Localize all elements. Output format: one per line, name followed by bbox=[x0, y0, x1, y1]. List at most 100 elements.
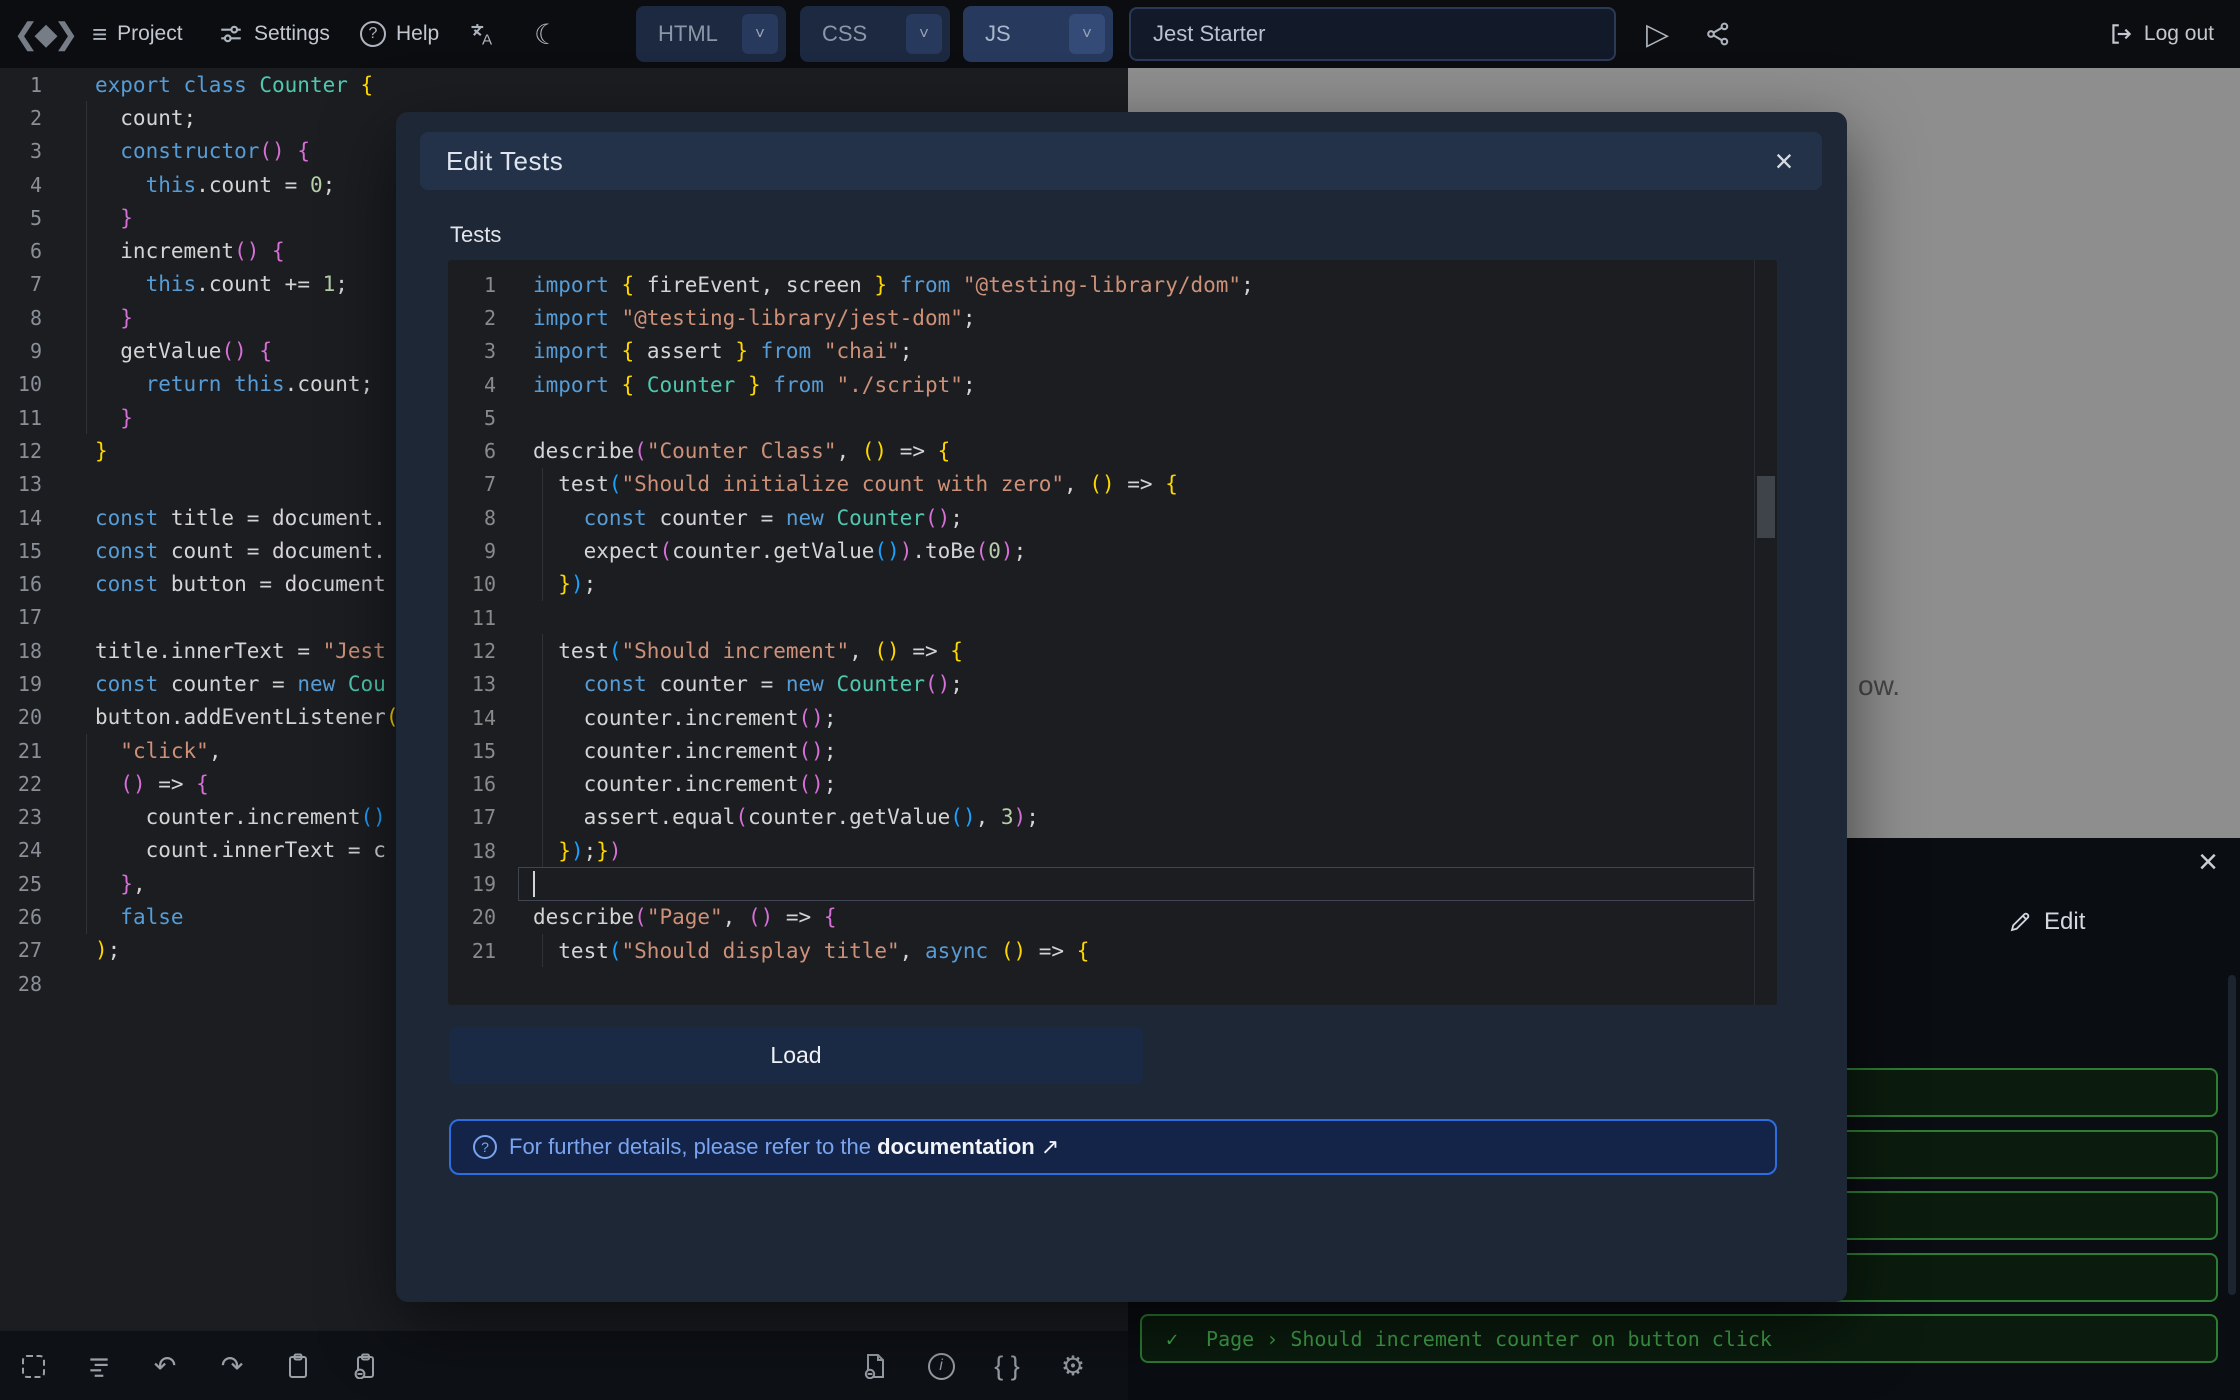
code-line[interactable]: 8 const counter = new Counter(); bbox=[448, 501, 1777, 534]
menu-help-label: Help bbox=[396, 22, 439, 46]
line-number: 20 bbox=[0, 705, 62, 729]
redo-icon[interactable]: ↷ bbox=[211, 1345, 253, 1387]
code-line[interactable]: 4import { Counter } from "./script"; bbox=[448, 368, 1777, 401]
line-code: const counter = new Counter(); bbox=[518, 501, 1754, 534]
chevron-down-icon[interactable]: ˅ bbox=[742, 14, 778, 54]
project-title-input[interactable] bbox=[1129, 7, 1616, 61]
selection-icon[interactable] bbox=[12, 1345, 54, 1387]
code-line[interactable]: 15 counter.increment(); bbox=[448, 734, 1777, 767]
line-number: 22 bbox=[0, 772, 62, 796]
line-number: 17 bbox=[0, 605, 62, 629]
translate-icon: A bbox=[468, 20, 496, 48]
pencil-icon bbox=[2008, 910, 2032, 934]
file-minus-icon[interactable] bbox=[854, 1345, 896, 1387]
undo-icon[interactable]: ↶ bbox=[144, 1345, 186, 1387]
line-code: describe("Counter Class", () => { bbox=[518, 434, 1754, 467]
line-number: 6 bbox=[448, 439, 518, 463]
line-number: 19 bbox=[448, 872, 518, 896]
tests-code-editor[interactable]: 1import { fireEvent, screen } from "@tes… bbox=[448, 260, 1777, 1005]
gear-icon[interactable]: ⚙ bbox=[1052, 1345, 1094, 1387]
menu-help[interactable]: ? Help bbox=[360, 0, 439, 68]
code-line[interactable]: 20describe("Page", () => { bbox=[448, 901, 1777, 934]
code-line[interactable]: 2import "@testing-library/jest-dom"; bbox=[448, 301, 1777, 334]
code-line[interactable]: 1import { fireEvent, screen } from "@tes… bbox=[448, 268, 1777, 301]
clipboard-minus-icon[interactable] bbox=[344, 1345, 386, 1387]
code-line[interactable]: 7 test("Should initialize count with zer… bbox=[448, 468, 1777, 501]
html-select[interactable]: HTML ˅ bbox=[636, 6, 786, 62]
code-line[interactable]: 21 test("Should display title", async ()… bbox=[448, 934, 1777, 967]
close-icon[interactable]: × bbox=[2186, 840, 2230, 884]
menu-settings[interactable]: Settings bbox=[218, 0, 330, 68]
code-line[interactable]: 13 const counter = new Counter(); bbox=[448, 668, 1777, 701]
info-icon[interactable]: i bbox=[920, 1345, 962, 1387]
js-select[interactable]: JS ˅ bbox=[963, 6, 1113, 62]
top-toolbar: ❮◆❯ ≡ Project Settings ? Help A ☾ HTML bbox=[0, 0, 2240, 68]
clipboard-icon[interactable] bbox=[277, 1345, 319, 1387]
line-number: 14 bbox=[448, 706, 518, 730]
line-number: 2 bbox=[448, 306, 518, 330]
test-result-row[interactable]: ✓Page › Should increment counter on butt… bbox=[1140, 1314, 2218, 1363]
code-line[interactable]: 5 bbox=[448, 401, 1777, 434]
theme-toggle[interactable]: ☾ bbox=[534, 0, 559, 68]
line-code: test("Should increment", () => { bbox=[518, 634, 1754, 667]
line-number: 6 bbox=[0, 239, 62, 263]
code-line[interactable]: 17 assert.equal(counter.getValue(), 3); bbox=[448, 801, 1777, 834]
menu-project-label: Project bbox=[117, 22, 182, 46]
line-number: 11 bbox=[448, 606, 518, 630]
line-number: 5 bbox=[0, 206, 62, 230]
line-number: 20 bbox=[448, 905, 518, 929]
indent-icon[interactable] bbox=[78, 1345, 120, 1387]
line-number: 13 bbox=[448, 672, 518, 696]
code-line[interactable]: 19 bbox=[448, 867, 1777, 900]
code-line[interactable]: 11 bbox=[448, 601, 1777, 634]
edit-tests-button[interactable]: Edit bbox=[2008, 908, 2085, 936]
line-number: 15 bbox=[0, 539, 62, 563]
play-icon: ▷ bbox=[1646, 17, 1669, 52]
preview-text-fragment: ow. bbox=[1858, 670, 1900, 702]
logout-button[interactable]: Log out bbox=[2108, 0, 2214, 68]
code-line[interactable]: 18 });}) bbox=[448, 834, 1777, 867]
braces-icon[interactable]: { } bbox=[986, 1345, 1028, 1387]
code-line[interactable]: 3import { assert } from "chai"; bbox=[448, 335, 1777, 368]
line-number: 2 bbox=[0, 106, 62, 130]
line-code: import { assert } from "chai"; bbox=[518, 335, 1754, 368]
app-logo-icon[interactable]: ❮◆❯ bbox=[16, 14, 72, 54]
line-code: }); bbox=[518, 568, 1754, 601]
line-code: counter.increment(); bbox=[518, 767, 1754, 800]
run-button[interactable]: ▷ bbox=[1646, 0, 1669, 68]
logout-icon bbox=[2108, 21, 2134, 47]
documentation-link[interactable]: documentation bbox=[877, 1134, 1035, 1159]
line-code: describe("Page", () => { bbox=[518, 901, 1754, 934]
close-icon[interactable]: × bbox=[1764, 141, 1804, 181]
code-line[interactable]: 16 counter.increment(); bbox=[448, 767, 1777, 800]
code-line[interactable]: 9 expect(counter.getValue()).toBe(0); bbox=[448, 534, 1777, 567]
results-scrollbar[interactable] bbox=[2228, 975, 2236, 1295]
share-button[interactable] bbox=[1704, 0, 1732, 68]
code-line[interactable]: 12 test("Should increment", () => { bbox=[448, 634, 1777, 667]
line-number: 9 bbox=[0, 339, 62, 363]
line-number: 12 bbox=[0, 439, 62, 463]
chevron-down-icon[interactable]: ˅ bbox=[1069, 14, 1105, 54]
translate-button[interactable]: A bbox=[468, 0, 496, 68]
menu-project[interactable]: ≡ Project bbox=[92, 0, 183, 68]
line-number: 16 bbox=[448, 772, 518, 796]
editor-bottom-toolbar: ↶ ↷ i { } ⚙ bbox=[0, 1330, 1128, 1400]
line-code: import { Counter } from "./script"; bbox=[518, 368, 1754, 401]
line-number: 7 bbox=[0, 272, 62, 296]
line-code: counter.increment(); bbox=[518, 734, 1754, 767]
css-select[interactable]: CSS ˅ bbox=[800, 6, 950, 62]
share-icon bbox=[1704, 20, 1732, 48]
chevron-down-icon[interactable]: ˅ bbox=[906, 14, 942, 54]
code-line[interactable]: 10 }); bbox=[448, 568, 1777, 601]
line-number: 8 bbox=[448, 506, 518, 530]
documentation-banner: ? For further details, please refer to t… bbox=[449, 1119, 1777, 1175]
line-number: 8 bbox=[0, 306, 62, 330]
line-code: export class Counter { bbox=[62, 68, 1128, 101]
line-number: 18 bbox=[448, 839, 518, 863]
code-line[interactable]: 1export class Counter { bbox=[0, 68, 1128, 101]
line-code bbox=[518, 401, 1754, 434]
code-line[interactable]: 6describe("Counter Class", () => { bbox=[448, 434, 1777, 467]
line-number: 18 bbox=[0, 639, 62, 663]
code-line[interactable]: 14 counter.increment(); bbox=[448, 701, 1777, 734]
load-button[interactable]: Load bbox=[449, 1027, 1143, 1084]
